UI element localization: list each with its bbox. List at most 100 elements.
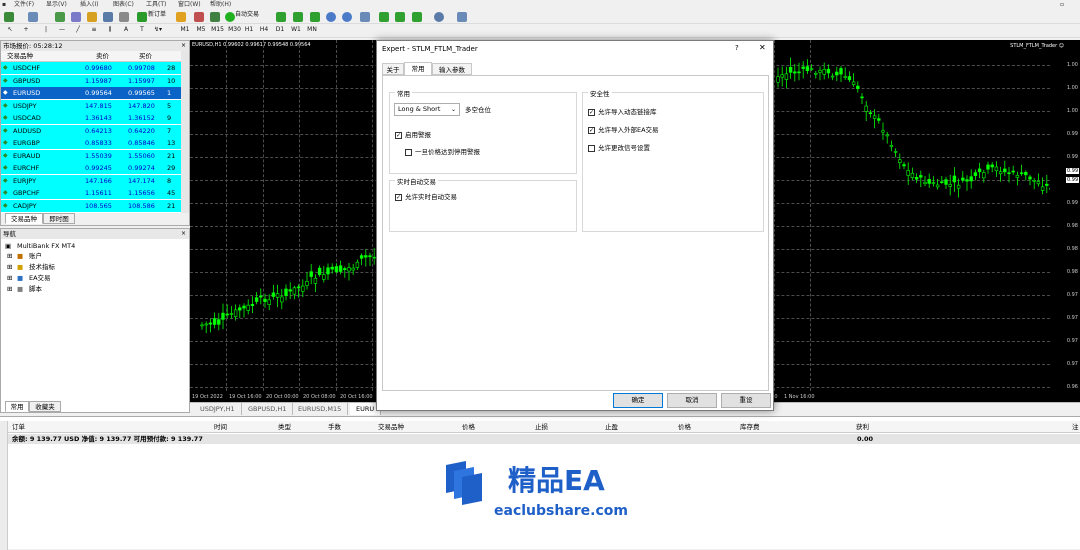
nav-item-scripts[interactable]: 脚本 xyxy=(29,284,42,294)
indicators-icon[interactable] xyxy=(412,12,422,22)
market-watch-row[interactable]: ◆EURAUD1.550391.5506021 xyxy=(1,150,181,162)
label-icon[interactable]: T xyxy=(138,25,146,35)
col-order[interactable]: 订单 xyxy=(12,421,25,433)
help-button[interactable]: ? xyxy=(735,44,739,52)
nav-item-indicators[interactable]: 技术指标 xyxy=(29,262,55,272)
col-profit[interactable]: 获利 xyxy=(856,421,869,433)
trendline-icon[interactable]: ╱ xyxy=(74,25,82,35)
position-select[interactable]: Long & Short ⌄ xyxy=(394,103,460,116)
market-watch-row[interactable]: ◆EURJPY147.166147.1748 xyxy=(1,175,181,187)
text-icon[interactable]: A xyxy=(122,25,130,35)
menu-charts[interactable]: 图表(C) xyxy=(113,0,134,9)
menu-file[interactable]: 文件(F) xyxy=(14,0,34,9)
zoom-in-icon[interactable] xyxy=(326,12,336,22)
data-window-icon[interactable] xyxy=(71,12,81,22)
col-bid[interactable]: 卖价 xyxy=(96,51,109,62)
menu-help[interactable]: 帮助(H) xyxy=(210,0,231,9)
tf-d1[interactable]: D1 xyxy=(275,25,285,35)
market-watch-row[interactable]: ◆USDCHF0.996800.9970828 xyxy=(1,62,181,74)
market-watch-row[interactable]: ◆GBPUSD1.159871.1599710 xyxy=(1,75,181,87)
signals-icon[interactable] xyxy=(194,12,204,22)
tf-m15[interactable]: M15 xyxy=(211,25,224,35)
market-watch-row[interactable]: ◆EURUSD0.995640.995651 xyxy=(1,87,181,99)
tf-h1[interactable]: H1 xyxy=(244,25,254,35)
market-watch-row[interactable]: ◆CADJPY108.565108.58621 xyxy=(1,200,181,212)
arrows-icon[interactable]: ↯▾ xyxy=(153,25,163,35)
ok-button[interactable]: 确定 xyxy=(613,393,663,408)
col-lots[interactable]: 手数 xyxy=(328,421,341,433)
allow-external-ea-checkbox[interactable]: ✓ xyxy=(588,127,595,134)
cursor-icon[interactable]: ↖ xyxy=(6,25,14,35)
tab-symbols[interactable]: 交易品种 xyxy=(5,213,43,224)
col-type[interactable]: 类型 xyxy=(278,421,291,433)
expand-icon[interactable]: ⊞ xyxy=(7,273,12,283)
enable-alerts-checkbox[interactable]: ✓ xyxy=(395,132,402,139)
allow-dll-checkbox[interactable]: ✓ xyxy=(588,109,595,116)
menu-view[interactable]: 显示(V) xyxy=(46,0,67,9)
new-order-button[interactable]: 新订单 xyxy=(148,10,172,20)
tf-m1[interactable]: M1 xyxy=(180,25,190,35)
tab-inputs[interactable]: 输入参数 xyxy=(432,63,472,75)
market-icon[interactable] xyxy=(210,12,220,22)
chart-tab-usdjpy[interactable]: USDJPY,H1 xyxy=(194,403,242,415)
terminal-icon[interactable] xyxy=(103,12,113,22)
metaeditor-icon[interactable] xyxy=(176,12,186,22)
market-watch-row[interactable]: ◆GBPCHF1.156111.1565645 xyxy=(1,187,181,199)
market-watch-scrollbar[interactable] xyxy=(181,51,189,215)
new-chart-icon[interactable] xyxy=(4,12,14,22)
crosshair-icon[interactable]: + xyxy=(22,25,30,35)
market-watch-row[interactable]: ◆USDJPY147.815147.8205 xyxy=(1,100,181,112)
nav-item-experts[interactable]: EA交易 xyxy=(29,273,51,283)
col-symbol[interactable]: 交易品种 xyxy=(7,51,33,62)
col-time[interactable]: 时间 xyxy=(214,421,227,433)
col-tp[interactable]: 止盈 xyxy=(605,421,618,433)
col-sl[interactable]: 止损 xyxy=(535,421,548,433)
navigator-root[interactable]: MultiBank FX MT4 xyxy=(17,241,75,251)
terminal-side-tab[interactable] xyxy=(0,421,8,550)
chart-tab-eurusd-m15[interactable]: EURUSD,M15 xyxy=(292,403,348,415)
nav-item-accounts[interactable]: 账户 xyxy=(29,251,42,261)
tab-favorites[interactable]: 收藏夹 xyxy=(29,401,61,412)
allow-signal-checkbox[interactable] xyxy=(588,145,595,152)
navigator-icon[interactable] xyxy=(87,12,97,22)
cancel-button[interactable]: 取消 xyxy=(667,393,717,408)
tf-mn[interactable]: MN xyxy=(307,25,317,35)
tab-tick-chart[interactable]: 即时图 xyxy=(43,213,75,224)
fibonacci-icon[interactable]: ⫼ xyxy=(106,25,114,35)
tile-windows-icon[interactable] xyxy=(360,12,370,22)
col-symbol[interactable]: 交易品种 xyxy=(378,421,404,433)
menu-insert[interactable]: 插入(I) xyxy=(80,0,98,9)
bar-chart-icon[interactable] xyxy=(276,12,286,22)
market-watch-row[interactable]: ◆EURCHF0.992450.9927429 xyxy=(1,162,181,174)
chart-shift-icon[interactable] xyxy=(379,12,389,22)
market-watch-row[interactable]: ◆USDCAD1.361431.361529 xyxy=(1,112,181,124)
horizontal-line-icon[interactable]: — xyxy=(58,25,66,35)
tf-w1[interactable]: W1 xyxy=(291,25,301,35)
tester-icon[interactable] xyxy=(119,12,129,22)
profiles-icon[interactable] xyxy=(28,12,38,22)
reset-button[interactable]: 重设 xyxy=(721,393,771,408)
col-swap[interactable]: 库存费 xyxy=(740,421,760,433)
tf-m5[interactable]: M5 xyxy=(196,25,206,35)
autoscroll-icon[interactable] xyxy=(395,12,405,22)
tab-common[interactable]: 常用 xyxy=(5,401,29,412)
col-comment[interactable]: 注 xyxy=(1072,421,1079,433)
tab-about[interactable]: 关于 xyxy=(382,63,404,75)
tf-m30[interactable]: M30 xyxy=(228,25,241,35)
menu-tools[interactable]: 工具(T) xyxy=(146,0,166,9)
expand-icon[interactable]: ⊞ xyxy=(7,284,12,294)
close-icon[interactable]: × xyxy=(181,41,186,51)
expand-icon[interactable]: ⊞ xyxy=(7,262,12,272)
menu-window[interactable]: 窗口(W) xyxy=(178,0,201,9)
zoom-out-icon[interactable] xyxy=(342,12,352,22)
chart-tab-gbpusd[interactable]: GBPUSD,H1 xyxy=(242,403,293,415)
auto-trading-button[interactable]: 自动交易 xyxy=(235,10,267,20)
market-watch-row[interactable]: ◆AUDUSD0.642130.642207 xyxy=(1,125,181,137)
periods-icon[interactable] xyxy=(434,12,444,22)
channel-icon[interactable]: ≡ xyxy=(90,25,98,35)
col-current-price[interactable]: 价格 xyxy=(678,421,691,433)
line-chart-icon[interactable] xyxy=(310,12,320,22)
close-icon[interactable]: ✕ xyxy=(759,43,766,52)
market-watch-icon[interactable] xyxy=(55,12,65,22)
col-price[interactable]: 价格 xyxy=(462,421,475,433)
